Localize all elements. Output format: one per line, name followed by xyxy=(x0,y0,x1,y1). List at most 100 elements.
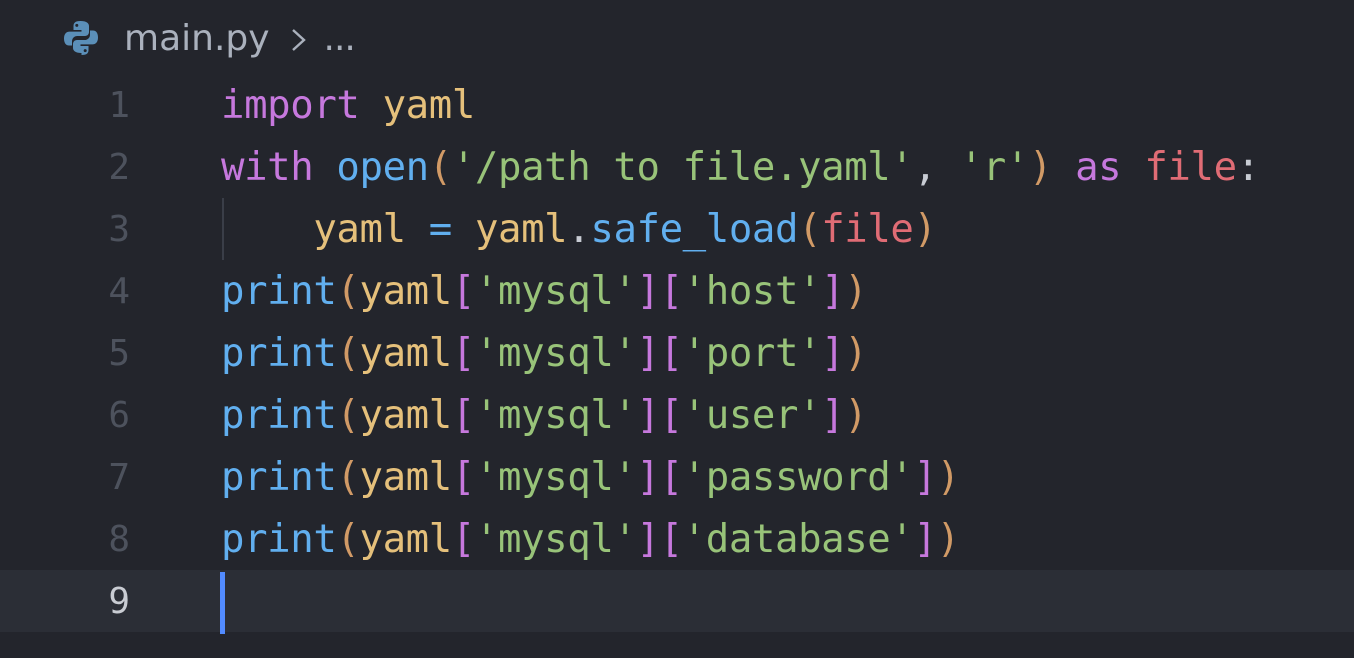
code-token: [ xyxy=(659,454,683,500)
chevron-right-icon xyxy=(288,23,310,53)
line-number: 4 xyxy=(108,270,130,312)
line-number: 8 xyxy=(108,518,130,560)
code-token: [ xyxy=(451,392,475,438)
line-number: 6 xyxy=(108,394,130,436)
code-text[interactable]: import yaml xyxy=(221,83,475,128)
code-token: ] xyxy=(913,516,937,562)
code-token: 'password' xyxy=(682,454,914,500)
code-token: ) xyxy=(936,454,960,500)
code-token: ] xyxy=(913,454,937,500)
code-token: [ xyxy=(659,330,683,376)
code-token: , xyxy=(913,144,960,190)
code-token: ] xyxy=(636,330,660,376)
code-token: yaml xyxy=(382,82,476,128)
line-number: 9 xyxy=(108,580,130,622)
code-token: 'user' xyxy=(682,392,822,438)
code-line[interactable]: 6 print(yaml['mysql']['user']) xyxy=(0,384,1354,446)
code-line[interactable]: 5 print(yaml['mysql']['port']) xyxy=(0,322,1354,384)
code-token: ) xyxy=(1028,144,1052,190)
code-token: print xyxy=(221,454,337,500)
code-token: with xyxy=(221,144,314,190)
indent-guide xyxy=(222,198,224,260)
code-token: ) xyxy=(844,330,868,376)
code-editor[interactable]: main.py ... 1 import yaml 2 with open('/pat… xyxy=(0,0,1354,658)
code-line[interactable]: 4 print(yaml['mysql']['host']) xyxy=(0,260,1354,322)
code-token: file xyxy=(821,206,914,252)
code-token: print xyxy=(221,268,337,314)
code-token: [ xyxy=(451,516,475,562)
code-token: print xyxy=(221,392,337,438)
code-text[interactable]: print(yaml['mysql']['host']) xyxy=(221,268,868,314)
code-token: ] xyxy=(821,268,845,314)
code-token: 'host' xyxy=(682,268,822,314)
code-text[interactable]: print(yaml['mysql']['database']) xyxy=(221,517,960,562)
code-token: 'mysql' xyxy=(474,268,637,314)
code-token: safe_load xyxy=(590,206,799,252)
code-token: ] xyxy=(821,330,845,376)
code-text[interactable]: print(yaml['mysql']['user']) xyxy=(221,392,868,438)
code-token: import xyxy=(221,82,360,128)
code-token: ] xyxy=(636,392,660,438)
code-text[interactable]: print(yaml['mysql']['password']) xyxy=(221,455,960,500)
code-token: ) xyxy=(913,206,937,252)
code-token: ] xyxy=(821,392,845,438)
code-text[interactable]: with open('/path to file.yaml', 'r') as … xyxy=(221,145,1260,190)
code-token: ) xyxy=(844,392,868,438)
code-token: yaml xyxy=(313,206,406,252)
code-token: . xyxy=(567,206,591,252)
code-line[interactable]: 3 yaml = yaml.safe_load(file) xyxy=(0,198,1354,260)
code-token: [ xyxy=(451,454,475,500)
code-token: ( xyxy=(798,206,822,252)
breadcrumb: main.py ... xyxy=(62,14,356,62)
code-token: 'database' xyxy=(682,516,914,562)
breadcrumb-ellipsis[interactable]: ... xyxy=(324,18,356,59)
code-token: ( xyxy=(428,144,452,190)
code-line[interactable]: 8 print(yaml['mysql']['database']) xyxy=(0,508,1354,570)
code-token: 'mysql' xyxy=(474,454,637,500)
code-token: print xyxy=(221,516,337,562)
text-cursor xyxy=(220,572,225,634)
code-token: : xyxy=(1236,144,1260,190)
line-number: 3 xyxy=(108,208,130,250)
code-token: [ xyxy=(659,516,683,562)
code-token: 'mysql' xyxy=(474,392,637,438)
line-number: 2 xyxy=(108,146,130,188)
code-token: yaml xyxy=(474,206,568,252)
code-token: 'port' xyxy=(682,330,822,376)
code-token: ) xyxy=(936,516,960,562)
line-number: 7 xyxy=(108,456,130,498)
code-token: 'mysql' xyxy=(474,516,637,562)
line-number: 5 xyxy=(108,332,130,374)
code-token: 'mysql' xyxy=(474,330,637,376)
code-token: 'r' xyxy=(959,144,1030,190)
code-token: [ xyxy=(451,330,475,376)
code-token: yaml xyxy=(359,454,453,500)
code-text[interactable]: yaml = yaml.safe_load(file) xyxy=(221,207,937,252)
code-token: ] xyxy=(636,516,660,562)
code-token: open xyxy=(336,144,429,190)
code-line[interactable]: 7 print(yaml['mysql']['password']) xyxy=(0,446,1354,508)
code-line[interactable]: 2 with open('/path to file.yaml', 'r') as… xyxy=(0,136,1354,198)
code-line[interactable]: 1 import yaml xyxy=(0,74,1354,136)
code-token: yaml xyxy=(359,330,453,376)
code-token: ( xyxy=(336,330,360,376)
code-token: '/path to file.yaml' xyxy=(451,144,914,190)
code-line[interactable]: 9 xyxy=(0,570,1354,632)
code-token: print xyxy=(221,330,337,376)
code-token: [ xyxy=(451,268,475,314)
code-token: ( xyxy=(336,268,360,314)
code-text[interactable]: print(yaml['mysql']['port']) xyxy=(221,330,868,376)
code-token: ( xyxy=(336,392,360,438)
code-token: [ xyxy=(659,392,683,438)
code-token: yaml xyxy=(359,268,453,314)
code-token: ) xyxy=(844,268,868,314)
python-icon xyxy=(62,19,100,57)
breadcrumb-file-name[interactable]: main.py xyxy=(124,18,270,59)
